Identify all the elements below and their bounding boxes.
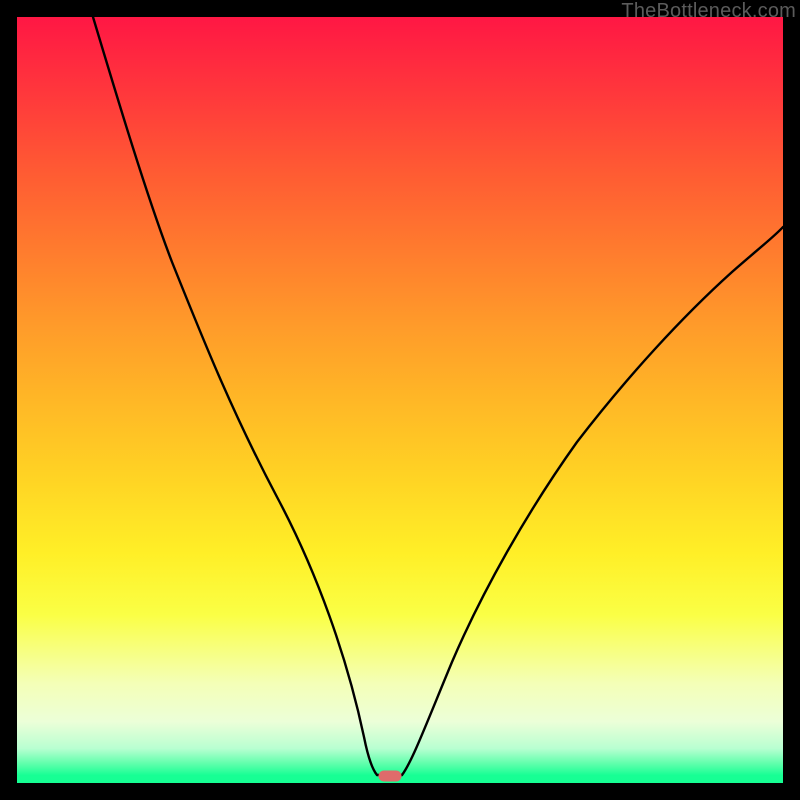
curve-left-branch: [93, 17, 377, 775]
plot-area: [17, 17, 783, 783]
chart-frame: TheBottleneck.com: [0, 0, 800, 800]
curve-right-branch: [402, 227, 783, 775]
bottleneck-curve: [17, 17, 783, 783]
watermark-text: TheBottleneck.com: [621, 0, 796, 23]
min-marker: [379, 771, 402, 782]
